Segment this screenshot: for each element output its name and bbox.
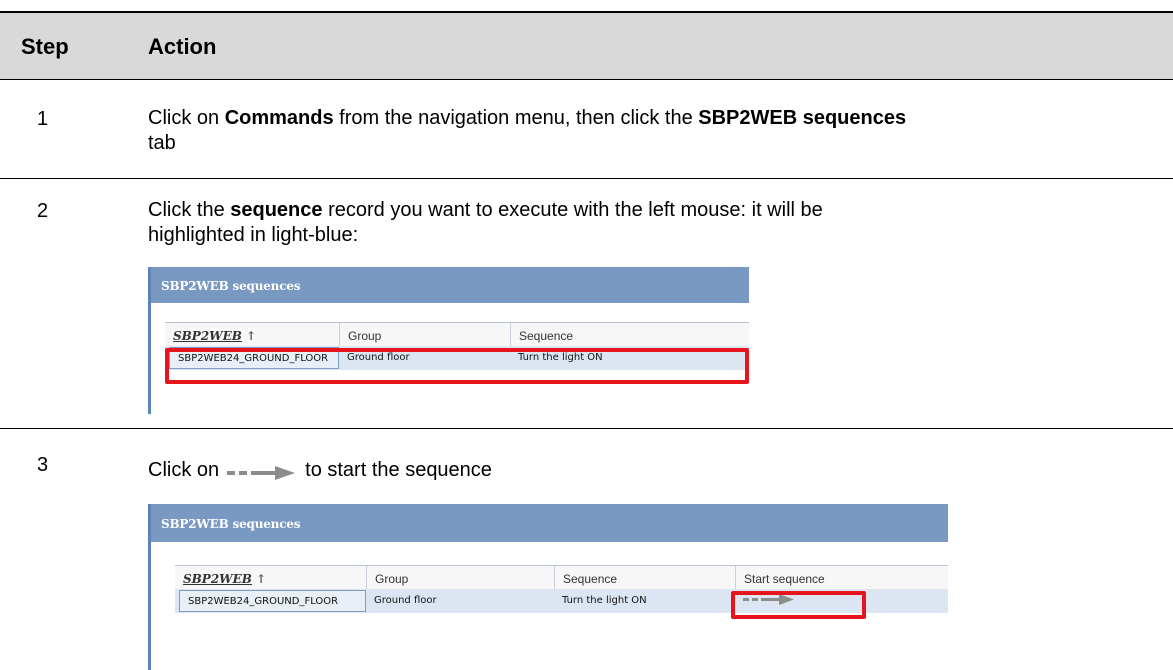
instruction-table: Step Action 1 Click on Commands from the… <box>0 0 1173 670</box>
grid-header: SBP2WEB ↑ Group Sequence Start sequence <box>175 565 948 590</box>
step-number-1: 1 <box>37 108 49 130</box>
sequences-screenshot-2: SBP2WEB sequences SBP2WEB ↑ Group Sequenc… <box>148 504 948 670</box>
cell-sequence: Turn the light ON <box>562 595 647 606</box>
column-group[interactable]: Group <box>339 323 510 347</box>
sequences-screenshot-1: SBP2WEB sequences SBP2WEB ↑ Group Sequenc… <box>148 267 749 414</box>
step-number-3: 3 <box>37 454 49 476</box>
column-sbp2web[interactable]: SBP2WEB ↑ <box>165 323 339 347</box>
step-number-2: 2 <box>37 200 49 222</box>
column-group[interactable]: Group <box>366 566 554 590</box>
row-divider <box>0 178 1173 179</box>
highlight-box <box>165 348 749 384</box>
cell-group: Ground floor <box>374 595 437 606</box>
cell-sbp2web: SBP2WEB24_GROUND_FLOOR <box>179 590 366 612</box>
highlight-box <box>731 591 866 619</box>
header-action: Action <box>148 34 217 59</box>
step-3-text: Click on to start the sequence <box>148 459 492 481</box>
step-1-text: Click on Commands from the navigation me… <box>148 107 907 154</box>
column-sequence[interactable]: Sequence <box>554 566 735 590</box>
sort-arrow-icon: ↑ <box>255 572 267 586</box>
column-sequence[interactable]: Sequence <box>510 323 749 347</box>
start-sequence-arrow-icon <box>227 462 297 480</box>
column-sbp2web[interactable]: SBP2WEB ↑ <box>175 566 366 590</box>
row-divider <box>0 428 1173 429</box>
step-2-text: Click the sequence record you want to ex… <box>148 199 823 246</box>
sort-arrow-icon: ↑ <box>245 329 257 343</box>
column-start-sequence[interactable]: Start sequence <box>735 566 948 590</box>
header-step: Step <box>21 34 69 59</box>
grid-header: SBP2WEB ↑ Group Sequence <box>165 322 749 347</box>
panel-title: SBP2WEB sequences <box>151 267 749 303</box>
panel-title: SBP2WEB sequences <box>151 504 948 542</box>
